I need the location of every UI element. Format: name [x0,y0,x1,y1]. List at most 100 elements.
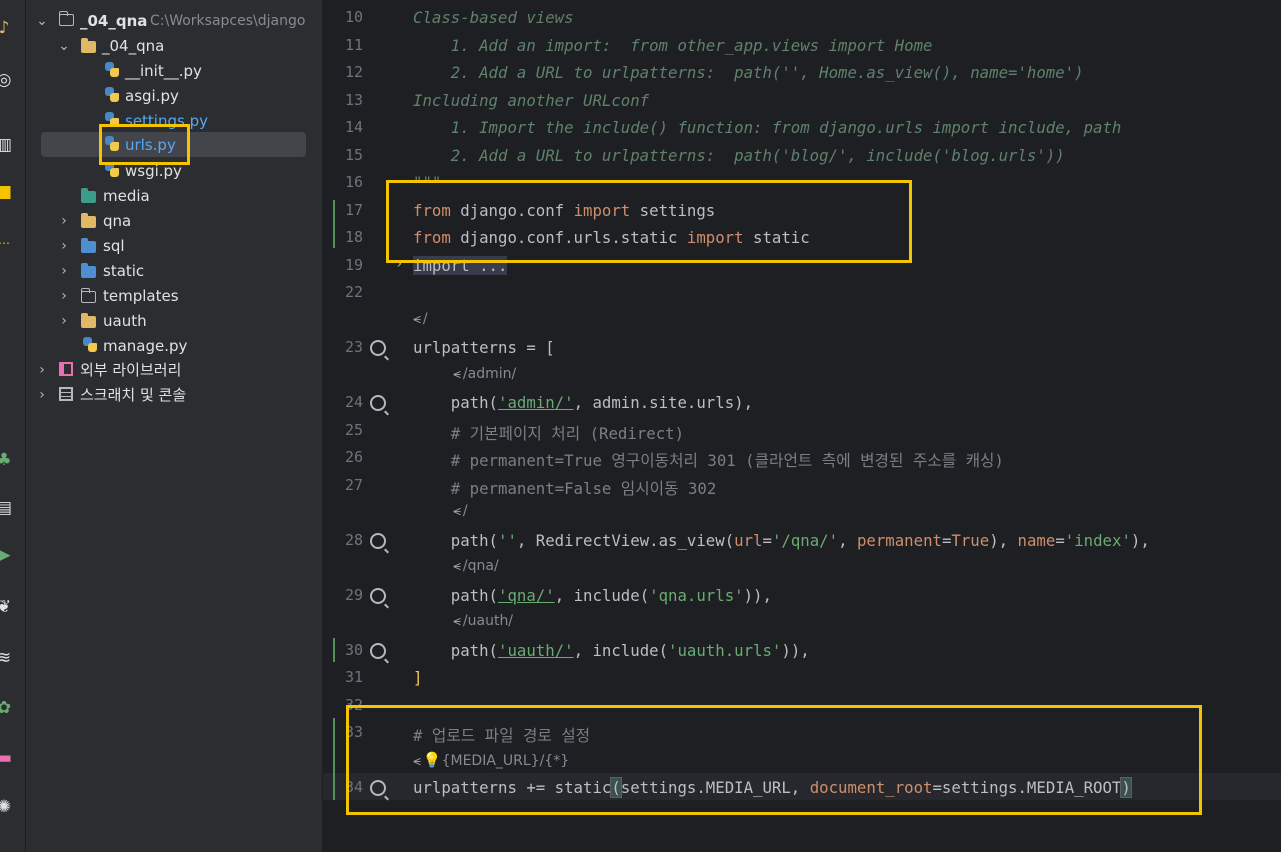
code-text: path( [413,586,499,605]
url-hint-text: /admin/ [462,366,517,382]
tree-item-_04_qna-package[interactable]: ⌄ _04_qna [26,33,322,58]
python-packages-icon[interactable]: ♣ [0,450,14,470]
code-text: , include( [573,641,669,660]
chevron-down-icon[interactable]: ⌄ [58,38,70,54]
folder-icon [58,11,74,26]
code-line-25: # 기본페이지 처리 (Redirect) [413,424,685,443]
url-mapping-icon[interactable] [370,533,386,549]
terminal-icon[interactable]: ▬ [0,748,14,768]
url-hint[interactable]: ⪪ / [453,503,468,519]
chevron-down-icon[interactable]: ⌄ [36,13,48,29]
tree-item-label: asgi.py [125,86,179,105]
url-hint[interactable]: ⪪/qna/ [453,558,499,574]
project-icon[interactable]: ♪ [0,18,14,38]
url-hint-text: / [462,503,468,519]
url-hint-text: /qna/ [462,558,499,574]
package-folder-icon [81,213,96,228]
code-line-11: 1. Add an import: from other_app.views i… [413,36,933,55]
code-text: , admin.site.urls), [573,393,754,412]
share-icon: ⪪ [453,558,461,574]
more-icon[interactable]: ⋯ [0,233,14,253]
url-mapping-icon[interactable] [370,340,386,356]
chevron-right-icon[interactable]: › [58,263,70,279]
code-text: ), [989,531,1018,550]
python-file-icon [82,337,98,353]
tree-item-label: uauth [103,311,147,330]
settings-icon[interactable]: ✿ [0,698,14,718]
line-number: 31 [344,668,363,686]
run-icon[interactable]: ▶ [0,545,14,565]
highlight-box-media-urls [346,705,1202,815]
services-icon[interactable]: ▤ [0,498,14,518]
string-literal: 'admin/' [498,393,574,412]
vcs-change-marker[interactable] [333,638,335,662]
chevron-right-icon[interactable]: › [36,387,48,403]
code-line-30: path('uauth/', include('uauth.urls')), [413,641,810,660]
url-hint-text: /uauth/ [462,613,514,629]
line-number: 18 [344,228,363,246]
structure-icon[interactable]: ▥ [0,135,14,155]
string-literal: '' [498,531,517,550]
code-editor[interactable]: 10 11 12 13 14 15 16 17 18 19 22 23 24 2… [323,0,1281,852]
vcs-change-marker[interactable] [333,718,335,800]
url-hint[interactable]: ⪪/uauth/ [453,613,513,629]
url-hint[interactable]: ⪪/admin/ [453,366,516,382]
tree-item-scratches[interactable]: › 스크래치 및 콘솔 [26,382,322,407]
code-text: , [838,531,857,550]
scratches-icon [59,387,73,401]
layers-icon[interactable]: ≋ [0,648,14,668]
tree-item-label: static [103,261,145,280]
code-text: , RedirectView.as_view( [516,531,735,550]
python-console-icon[interactable]: ❦ [0,597,14,617]
tree-item-external-libraries[interactable]: › 외부 라이브러리 [26,357,322,382]
string-literal: 'qna/' [498,586,555,605]
vcs-change-marker[interactable] [333,200,335,248]
code-text: = [762,531,772,550]
tree-item-qna[interactable]: › qna [26,208,322,233]
url-hint[interactable]: ⪪ / [413,311,428,327]
tree-item-media[interactable]: media [26,183,322,208]
resource-folder-icon [81,188,96,203]
chevron-right-icon[interactable]: › [58,238,70,254]
line-number: 11 [344,36,363,54]
url-mapping-icon[interactable] [370,395,386,411]
tree-root-_04_qna[interactable]: ⌄ _04_qna C:\Worksapces\django [26,8,322,33]
url-mapping-icon[interactable] [370,643,386,659]
string-literal: '/qna/' [771,531,839,550]
chevron-right-icon[interactable]: › [58,288,70,304]
param-name: permanent [856,531,942,550]
line-number: 16 [344,173,363,191]
database-folder-icon [81,238,96,253]
tree-item-asgi-py[interactable]: asgi.py [26,83,322,108]
line-number: 13 [344,91,363,109]
url-mapping-icon[interactable] [370,588,386,604]
tree-root-label: _04_qna [80,11,148,30]
tree-item-manage-py[interactable]: manage.py [26,333,322,358]
code-line-31: ] [413,668,423,687]
url-hint-text: / [422,311,428,327]
git-icon[interactable]: ◎ [0,70,14,90]
tree-item-sql[interactable]: › sql [26,233,322,258]
code-line-29: path('qna/', include('qna.urls')), [413,586,772,605]
chevron-right-icon[interactable]: › [36,362,48,378]
tree-item-static[interactable]: › static [26,258,322,283]
chevron-right-icon[interactable]: › [58,313,70,329]
string-literal: 'index' [1064,531,1131,550]
code-line-23: urlpatterns = [ [413,338,555,357]
tree-item-templates[interactable]: › templates [26,283,322,308]
problems-icon[interactable]: ✺ [0,797,14,817]
line-number: 10 [344,8,363,26]
library-icon [59,362,73,376]
tool-window-strip: ♪ ◎ ▥ ■ ⋯ ♣ ▤ ▶ ❦ ≋ ✿ ▬ ✺ [0,0,26,852]
line-number: 25 [344,421,363,439]
tree-item-uauth[interactable]: › uauth [26,308,322,333]
line-number: 23 [344,338,363,356]
bookmarks-icon[interactable]: ■ [0,182,14,202]
tree-item-label: __init__.py [125,61,202,80]
web-folder-icon [81,263,96,278]
tree-root-path: C:\Worksapces\django [150,12,306,29]
chevron-right-icon[interactable]: › [58,213,70,229]
tree-item-init-py[interactable]: __init__.py [26,58,322,83]
highlight-box-imports [386,180,912,263]
tree-item-label: 스크래치 및 콘솔 [80,386,187,404]
